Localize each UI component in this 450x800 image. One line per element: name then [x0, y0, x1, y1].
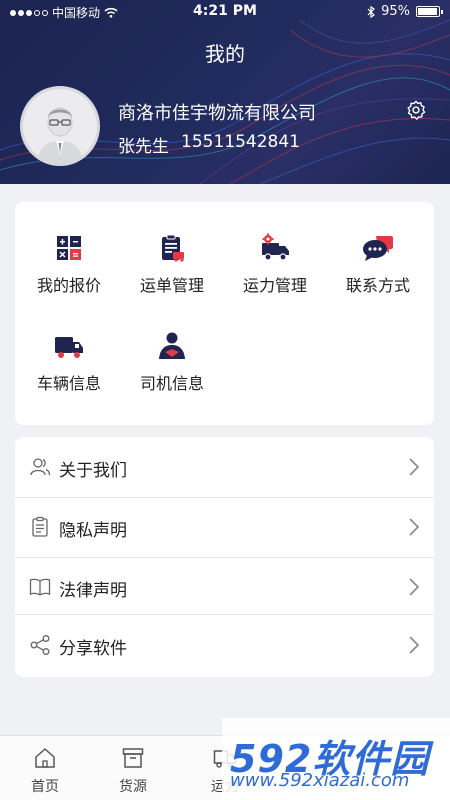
avatar[interactable]: [20, 86, 100, 166]
profile-header: 中国移动 4:21 PM 95% 我的 商洛市佳宇物流有限公司 张先生 1551…: [0, 0, 450, 184]
driver-icon: [159, 332, 185, 359]
list-item-label: 法律声明: [59, 581, 127, 601]
tab-cargo[interactable]: 货源: [88, 736, 178, 800]
grid-item-label: 运单管理: [139, 276, 204, 295]
company-name: 商洛市佳宇物流有限公司: [118, 103, 316, 124]
grid-item-contact[interactable]: 联系方式: [326, 202, 430, 295]
list-item-privacy[interactable]: 隐私声明: [15, 497, 434, 557]
contact-line: 张先生 15511542841: [118, 132, 300, 157]
grid-item-label: 我的报价: [36, 276, 101, 295]
watermark-url: www.592xiazai.com: [230, 770, 410, 791]
tab-label: 首页: [31, 779, 59, 795]
battery-percent: 95%: [381, 4, 410, 19]
tab-home[interactable]: 首页: [0, 736, 90, 800]
settings-list-card: 关于我们 隐私声明 法律声明 分享软件: [15, 437, 434, 677]
battery-icon: [416, 6, 443, 17]
tab-label: 货源: [119, 779, 147, 795]
person-silhouette-icon: [23, 89, 97, 163]
calculator-icon: [57, 236, 81, 260]
grid-item-label: 联系方式: [345, 276, 410, 295]
cargo-box-icon: [122, 748, 144, 768]
truck-gear-icon: [262, 233, 289, 261]
book-icon: [29, 578, 51, 596]
list-item-label: 分享软件: [59, 639, 127, 659]
waybill-icon: [162, 234, 184, 262]
chevron-right-icon: [409, 518, 420, 536]
chat-bubbles-icon: [363, 236, 393, 261]
grid-item-label: 运力管理: [242, 276, 307, 295]
grid-item-driver[interactable]: 司机信息: [120, 300, 224, 393]
bluetooth-icon: [367, 5, 376, 18]
list-item-legal[interactable]: 法律声明: [15, 557, 434, 617]
contact-phone: 15511542841: [181, 132, 300, 152]
chevron-right-icon: [409, 636, 420, 654]
users-icon: [30, 458, 51, 476]
grid-item-label: 车辆信息: [36, 374, 101, 393]
grid-item-my-quote[interactable]: 我的报价: [17, 202, 121, 295]
grid-item-label: 司机信息: [139, 374, 204, 393]
feature-grid-card: 我的报价 运单管理 运力管理 联系方式 车辆信息 司机信息: [15, 202, 434, 425]
contact-name: 张先生: [118, 137, 169, 157]
chevron-right-icon: [409, 458, 420, 476]
home-icon: [35, 748, 55, 768]
grid-item-vehicle[interactable]: 车辆信息: [17, 300, 121, 393]
list-item-about-us[interactable]: 关于我们: [15, 437, 434, 497]
list-item-share[interactable]: 分享软件: [15, 615, 434, 675]
grid-item-waybill[interactable]: 运单管理: [120, 202, 224, 295]
share-icon: [30, 635, 50, 655]
chevron-right-icon: [409, 578, 420, 596]
list-item-label: 隐私声明: [59, 521, 127, 541]
clipboard-icon: [32, 516, 48, 537]
grid-item-capacity[interactable]: 运力管理: [223, 202, 327, 295]
settings-gear-icon[interactable]: [405, 99, 427, 121]
truck-icon: [55, 337, 83, 358]
list-item-label: 关于我们: [59, 461, 127, 481]
status-bar: 中国移动 4:21 PM 95%: [0, 0, 450, 24]
page-title: 我的: [205, 42, 245, 66]
